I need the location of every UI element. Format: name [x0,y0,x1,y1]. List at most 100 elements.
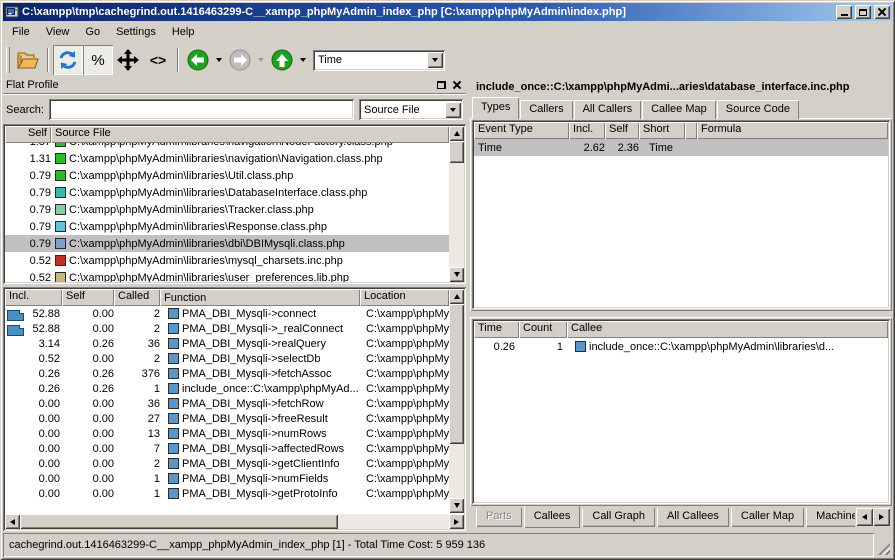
column-header-incl[interactable]: Incl. [569,122,605,139]
event-type-dropdown-button[interactable] [427,52,443,68]
dock-close-button[interactable] [449,79,464,92]
back-button[interactable] [183,45,213,75]
menu-item[interactable]: Go [77,23,108,41]
function-row[interactable]: 0.00 0.00 2 PMA_DBI_Mysqli->getClientInf… [5,456,449,471]
source-file-row[interactable]: 0.79 C:\xampp\phpMyAdmin\libraries\Datab… [5,184,449,201]
function-row[interactable]: 0.00 0.00 7 PMA_DBI_Mysqli->affectedRows… [5,441,449,456]
detail-tab[interactable]: Types [472,97,519,119]
menu-item[interactable]: File [4,23,38,41]
detail-tab[interactable]: Callee Map [642,100,716,119]
column-header-spacer[interactable] [685,122,697,139]
column-header-self[interactable]: Self [5,126,51,143]
function-row[interactable]: 0.00 0.00 27 PMA_DBI_Mysqli->freeResult … [5,411,449,426]
function-color-swatch-icon [168,398,179,409]
source-file-row[interactable]: 0.79 C:\xampp\phpMyAdmin\libraries\Track… [5,201,449,218]
column-header-called[interactable]: Called [114,289,160,306]
scroll-up-button[interactable] [449,126,464,141]
column-header-short[interactable]: Short [639,122,685,139]
maximize-button[interactable] [855,5,871,19]
column-header-count[interactable]: Count [519,321,567,338]
back-dropdown-button[interactable] [213,46,225,74]
minimize-button[interactable] [836,5,852,19]
menu-item[interactable]: Help [164,23,203,41]
up-dropdown-button[interactable] [297,46,309,74]
toolbar-handle[interactable] [6,47,10,73]
function-name: PMA_DBI_Mysqli->connect [182,308,316,320]
types-table-header: Event Type Incl. Self Short Formula [474,122,888,139]
dock-float-button[interactable] [434,79,449,92]
up-button[interactable] [267,45,297,75]
open-file-button[interactable] [13,45,43,75]
scroll-down-button[interactable] [449,267,464,282]
scrollbar-thumb[interactable] [449,141,464,163]
menu-bar: File View Go Settings Help [3,21,892,43]
forward-dropdown-button[interactable] [255,46,267,74]
column-header-location[interactable]: Location [360,289,449,306]
scrollbar-thumb[interactable] [20,514,338,529]
group-by-dropdown-button[interactable] [445,102,461,118]
function-row[interactable]: 52.88 0.00 2 PMA_DBI_Mysqli->connect C:\… [5,306,449,321]
column-header-callee[interactable]: Callee [567,321,888,338]
detail-tab[interactable]: Source Code [717,100,799,119]
detail-tab[interactable]: Callers [520,100,572,119]
view-tab[interactable]: Callees [524,506,581,528]
menu-item[interactable]: Settings [108,23,164,41]
close-button[interactable] [874,5,890,19]
group-by-selector[interactable]: Source File [359,99,463,120]
called-count-value: 376 [114,368,160,380]
dropdown-arrow-icon [258,58,264,62]
source-file-row[interactable]: 0.79 C:\xampp\phpMyAdmin\libraries\dbi\D… [5,235,449,252]
detail-tab[interactable]: All Callers [574,100,642,119]
column-header-event-type[interactable]: Event Type [474,122,569,139]
view-tab[interactable]: Machine Code [806,508,855,527]
view-tab[interactable]: Call Graph [582,508,655,527]
event-type-selector[interactable]: Time [313,50,445,71]
scroll-left-button[interactable] [5,514,20,529]
expand-areas-button[interactable] [113,45,143,75]
scrollbar-track[interactable] [449,163,464,267]
column-header-formula[interactable]: Formula [697,122,888,139]
scrollbar-track[interactable] [449,444,464,498]
column-header-source-file[interactable]: Source File [51,126,449,143]
location-value: C:\xampp\phpMyA [360,458,449,470]
function-row[interactable]: 0.00 0.00 1 PMA_DBI_Mysqli->numFields C:… [5,471,449,486]
callee-row[interactable]: 0.26 1 include_once::C:\xampp\phpMyAdmin… [474,338,888,355]
function-row[interactable]: 0.00 0.00 13 PMA_DBI_Mysqli->numRows C:\… [5,426,449,441]
menu-item[interactable]: View [38,23,78,41]
source-file-row[interactable]: 0.52 C:\xampp\phpMyAdmin\libraries\mysql… [5,252,449,269]
source-file-row[interactable]: 1.31 C:\xampp\phpMyAdmin\libraries\navig… [5,150,449,167]
tab-scroll-right-button[interactable] [873,508,890,526]
forward-button[interactable] [225,45,255,75]
source-file-row[interactable]: 0.79 C:\xampp\phpMyAdmin\libraries\Respo… [5,218,449,235]
source-file-row[interactable]: 0.79 C:\xampp\phpMyAdmin\libraries\Util.… [5,167,449,184]
source-file-row[interactable]: 0.52 C:\xampp\phpMyAdmin\libraries\user_… [5,269,449,282]
function-row[interactable]: 0.52 0.00 2 PMA_DBI_Mysqli->selectDb C:\… [5,351,449,366]
column-header-function[interactable]: Function [160,289,360,306]
function-row[interactable]: 0.26 0.26 376 PMA_DBI_Mysqli->fetchAssoc… [5,366,449,381]
callees-pane: Time Count Callee 0.26 1 include_once::C… [470,317,892,506]
column-header-time[interactable]: Time [474,321,519,338]
scroll-right-button[interactable] [449,514,464,529]
column-header-self[interactable]: Self [605,122,639,139]
function-row[interactable]: 0.00 0.00 36 PMA_DBI_Mysqli->fetchRow C:… [5,396,449,411]
function-row[interactable]: 3.14 0.26 36 PMA_DBI_Mysqli->realQuery C… [5,336,449,351]
column-header-self[interactable]: Self [62,289,114,306]
resize-grip[interactable] [876,533,892,557]
function-row[interactable]: 0.00 0.00 1 PMA_DBI_Mysqli->getProtoInfo… [5,486,449,501]
source-file-row[interactable]: 1.37 C:\xampp\phpMyAdmin\libraries\navig… [5,143,449,150]
search-input[interactable] [49,99,354,120]
refresh-button[interactable] [53,45,83,75]
scrollbar-track[interactable] [338,514,449,529]
tab-scroll-left-button[interactable] [856,508,873,526]
column-header-incl[interactable]: Incl. [5,289,62,306]
scroll-down-button[interactable] [449,498,464,513]
view-tab[interactable]: All Callees [657,508,729,527]
scrollbar-thumb[interactable] [449,304,464,444]
function-row[interactable]: 52.88 0.00 2 PMA_DBI_Mysqli->_realConnec… [5,321,449,336]
function-row[interactable]: 0.26 0.26 1 include_once::C:\xampp\phpMy… [5,381,449,396]
event-type-row[interactable]: Time 2.62 2.36 Time [474,139,888,156]
scroll-up-button[interactable] [449,289,464,304]
relative-cost-button[interactable]: <> [143,45,173,75]
percentage-toggle-button[interactable]: % [83,45,113,75]
view-tab[interactable]: Caller Map [731,508,804,527]
